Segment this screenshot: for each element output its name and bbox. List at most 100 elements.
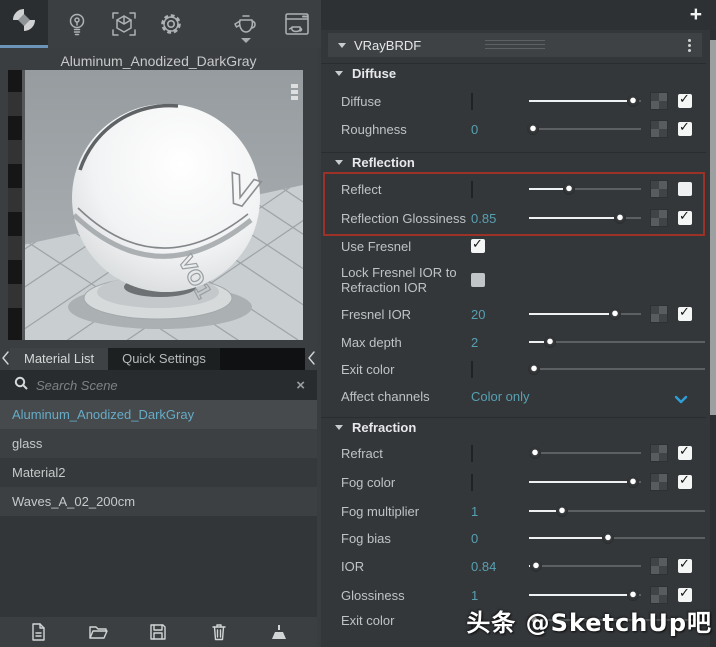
fresnel-ior-slider[interactable]	[529, 308, 641, 320]
exit-color-swatch[interactable]	[471, 360, 473, 378]
slider-knob[interactable]	[627, 476, 640, 488]
lights-button[interactable]	[60, 8, 94, 40]
fog-color-checkbox[interactable]	[678, 473, 692, 489]
slider-knob[interactable]	[527, 123, 540, 135]
glossiness-slider[interactable]	[529, 589, 641, 601]
section-diffuse[interactable]: Diffuse	[321, 63, 706, 83]
render-dropdown-caret-icon[interactable]	[241, 38, 251, 43]
fog-multiplier-slider[interactable]	[529, 505, 705, 517]
tab-quick-settings[interactable]: Quick Settings	[108, 348, 220, 370]
slider-knob[interactable]	[528, 363, 541, 375]
settings-gear-icon	[158, 11, 184, 37]
texture-slot-icon[interactable]	[650, 444, 668, 462]
delete-trash-icon[interactable]	[208, 621, 230, 643]
geometry-button[interactable]	[107, 8, 141, 40]
row-affect-channels[interactable]: Affect channels Color only	[321, 382, 706, 410]
kebab-menu-icon[interactable]	[684, 37, 694, 53]
material-list-item[interactable]: Aluminum_Anodized_DarkGray	[0, 400, 317, 429]
refract-color-swatch[interactable]	[471, 444, 473, 462]
slider-knob[interactable]	[556, 505, 569, 517]
texture-slot-icon[interactable]	[650, 209, 668, 227]
fresnel-ior-checkbox[interactable]	[678, 305, 692, 321]
section-reflection[interactable]: Reflection	[321, 152, 706, 172]
exit-color-slider[interactable]	[528, 363, 705, 375]
texture-slot-icon[interactable]	[650, 120, 668, 138]
material-list-item[interactable]: glass	[0, 429, 317, 458]
texture-slot-icon[interactable]	[650, 473, 668, 491]
glossiness-value[interactable]: 1	[471, 588, 529, 603]
render-window-button[interactable]	[280, 8, 314, 40]
affect-channels-dropdown[interactable]: Color only	[471, 389, 530, 404]
fog-bias-value[interactable]: 0	[471, 531, 529, 546]
slider-knob[interactable]	[544, 336, 557, 348]
preview-grip-icon[interactable]	[291, 84, 298, 102]
max-depth-value[interactable]: 2	[471, 335, 529, 350]
fog-color-slider[interactable]	[529, 476, 641, 488]
slider-knob[interactable]	[613, 212, 626, 224]
slider-knob[interactable]	[627, 589, 640, 601]
fog-multiplier-value[interactable]: 1	[471, 504, 529, 519]
fresnel-ior-value[interactable]: 20	[471, 307, 529, 322]
preview-material-title: Aluminum_Anodized_DarkGray	[60, 53, 257, 69]
collapse-left-chevron-icon[interactable]	[1, 350, 10, 366]
slider-knob[interactable]	[609, 308, 622, 320]
refract-slider[interactable]	[528, 447, 641, 459]
reflection-glossiness-value[interactable]: 0.85	[471, 211, 529, 226]
reflect-checkbox[interactable]	[678, 182, 692, 196]
row-fresnel-ior: Fresnel IOR 20	[321, 300, 706, 328]
roughness-checkbox[interactable]	[678, 120, 692, 136]
tab-material-list[interactable]: Material List	[10, 348, 109, 370]
slider-knob[interactable]	[602, 532, 615, 544]
texture-slot-icon[interactable]	[650, 557, 668, 575]
ior-slider[interactable]	[529, 560, 641, 572]
search-input[interactable]	[36, 377, 297, 393]
settings-button[interactable]	[154, 8, 188, 40]
new-material-icon[interactable]	[27, 621, 49, 643]
use-fresnel-checkbox[interactable]	[471, 237, 485, 253]
ior-checkbox[interactable]	[678, 557, 692, 573]
brdf-header-bar[interactable]: VRayBRDF	[328, 33, 702, 57]
glossiness-checkbox[interactable]	[678, 586, 692, 602]
fog-bias-slider[interactable]	[529, 532, 705, 544]
collapse-caret-icon[interactable]	[338, 42, 346, 48]
material-list-item[interactable]: Waves_A_02_200cm	[0, 487, 317, 516]
material-preview[interactable]: V VO1	[8, 70, 303, 340]
texture-slot-icon[interactable]	[650, 586, 668, 604]
diffuse-color-swatch[interactable]	[471, 92, 473, 110]
refract-checkbox[interactable]	[678, 444, 692, 460]
open-folder-icon[interactable]	[87, 621, 109, 643]
render-button[interactable]	[229, 8, 263, 40]
search-clear-icon[interactable]: ×	[296, 377, 305, 394]
slider-knob[interactable]	[563, 183, 576, 195]
reflection-glossiness-slider[interactable]	[529, 212, 641, 224]
roughness-slider[interactable]	[527, 123, 641, 135]
reflection-glossiness-checkbox[interactable]	[678, 209, 692, 225]
purge-brush-icon[interactable]	[268, 621, 290, 643]
fog-color-swatch[interactable]	[471, 473, 473, 491]
reflect-color-swatch[interactable]	[471, 180, 473, 198]
ior-value[interactable]: 0.84	[471, 559, 529, 574]
tab-materials-active[interactable]	[0, 0, 48, 48]
section-refraction[interactable]: Refraction	[321, 417, 706, 437]
scrollbar-thumb[interactable]	[710, 40, 716, 415]
texture-slot-icon[interactable]	[650, 305, 668, 323]
chevron-down-icon[interactable]	[674, 391, 688, 409]
slider-knob[interactable]	[528, 447, 541, 459]
roughness-value[interactable]: 0	[471, 122, 529, 137]
lock-fresnel-checkbox[interactable]	[471, 273, 485, 287]
slider-knob[interactable]	[627, 95, 640, 107]
panel-scrollbar[interactable]	[710, 30, 716, 647]
diffuse-slider[interactable]	[529, 95, 641, 107]
reflect-slider[interactable]	[529, 183, 641, 195]
drag-handle-icon[interactable]	[485, 40, 545, 52]
diffuse-checkbox[interactable]	[678, 92, 692, 108]
material-list-item[interactable]: Material2	[0, 458, 317, 487]
add-layer-button[interactable]: +	[690, 3, 702, 27]
texture-slot-icon[interactable]	[650, 180, 668, 198]
collapse-right-chevron-icon[interactable]	[307, 350, 316, 366]
max-depth-slider[interactable]	[529, 336, 705, 348]
texture-slot-icon[interactable]	[650, 92, 668, 110]
save-icon[interactable]	[147, 621, 169, 643]
slider-knob[interactable]	[529, 560, 542, 572]
render-teapot-icon	[231, 12, 261, 36]
